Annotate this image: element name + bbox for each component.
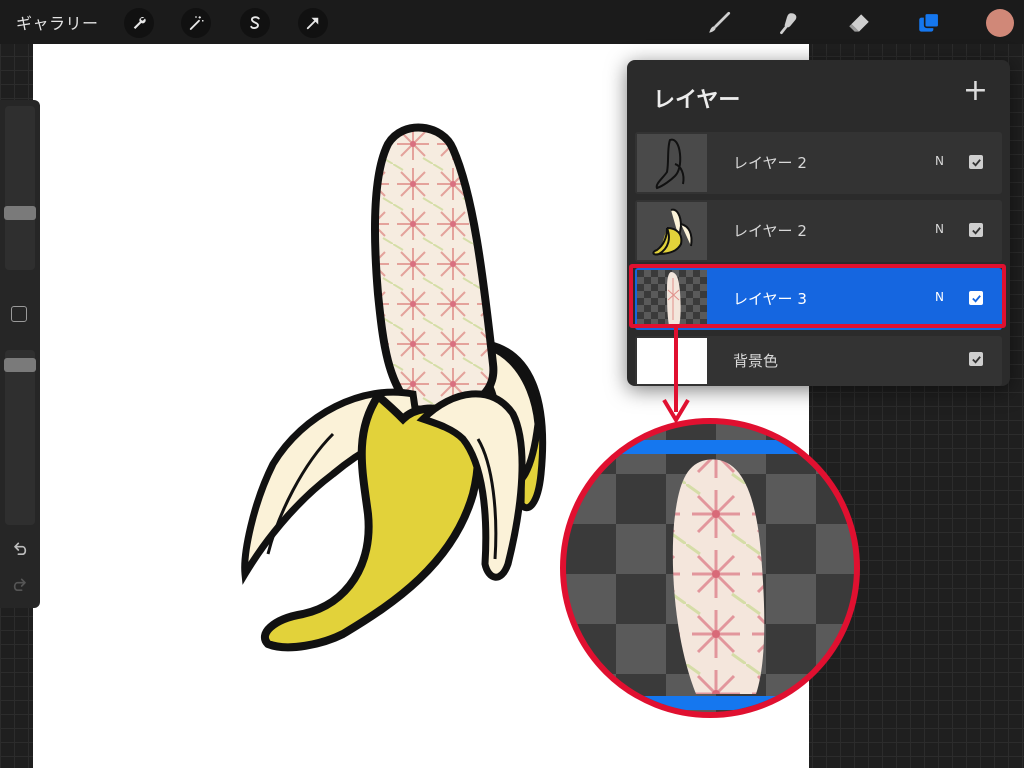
layer-name: レイヤー 2 <box>733 154 807 172</box>
layer-thumbnail <box>637 202 707 260</box>
transform-arrow-icon[interactable] <box>298 8 328 38</box>
undo-icon[interactable] <box>10 540 30 560</box>
opacity-slider[interactable] <box>4 350 36 525</box>
top-toolbar: ギャラリー <box>0 0 1024 44</box>
color-picker-button[interactable] <box>986 9 1014 37</box>
wrench-icon[interactable] <box>124 8 154 38</box>
selection-s-icon[interactable] <box>240 8 270 38</box>
blend-mode-button[interactable]: N <box>935 222 944 236</box>
layer-name: 背景色 <box>733 352 779 370</box>
left-sidebar <box>0 100 40 608</box>
visibility-checkbox[interactable] <box>969 352 983 366</box>
layer-name: レイヤー 2 <box>733 222 807 240</box>
visibility-checkbox[interactable] <box>969 155 983 169</box>
opacity-thumb[interactable] <box>4 358 36 372</box>
zoom-callout <box>560 418 860 718</box>
highlight-box <box>629 264 1006 328</box>
brush-size-slider[interactable] <box>4 106 36 270</box>
brush-size-thumb[interactable] <box>4 206 36 220</box>
magic-wand-icon[interactable] <box>181 8 211 38</box>
callout-arrow <box>662 326 690 424</box>
layers-icon[interactable] <box>914 8 944 38</box>
smudge-icon[interactable] <box>774 8 804 38</box>
add-layer-button[interactable]: + <box>963 76 988 106</box>
redo-icon[interactable] <box>10 576 30 596</box>
gallery-button[interactable]: ギャラリー <box>16 10 99 34</box>
visibility-checkbox[interactable] <box>969 223 983 237</box>
layer-thumbnail <box>637 134 707 192</box>
layers-panel-title: レイヤー <box>653 88 741 113</box>
blend-mode-button[interactable]: N <box>935 154 944 168</box>
brush-icon[interactable] <box>704 8 734 38</box>
layer-row[interactable]: レイヤー 2 N <box>635 200 1002 262</box>
layer-row[interactable]: レイヤー 2 N <box>635 132 1002 194</box>
eraser-icon[interactable] <box>844 8 874 38</box>
zoomed-pattern-thumbnail <box>672 459 765 694</box>
modify-square-icon[interactable] <box>11 306 27 322</box>
